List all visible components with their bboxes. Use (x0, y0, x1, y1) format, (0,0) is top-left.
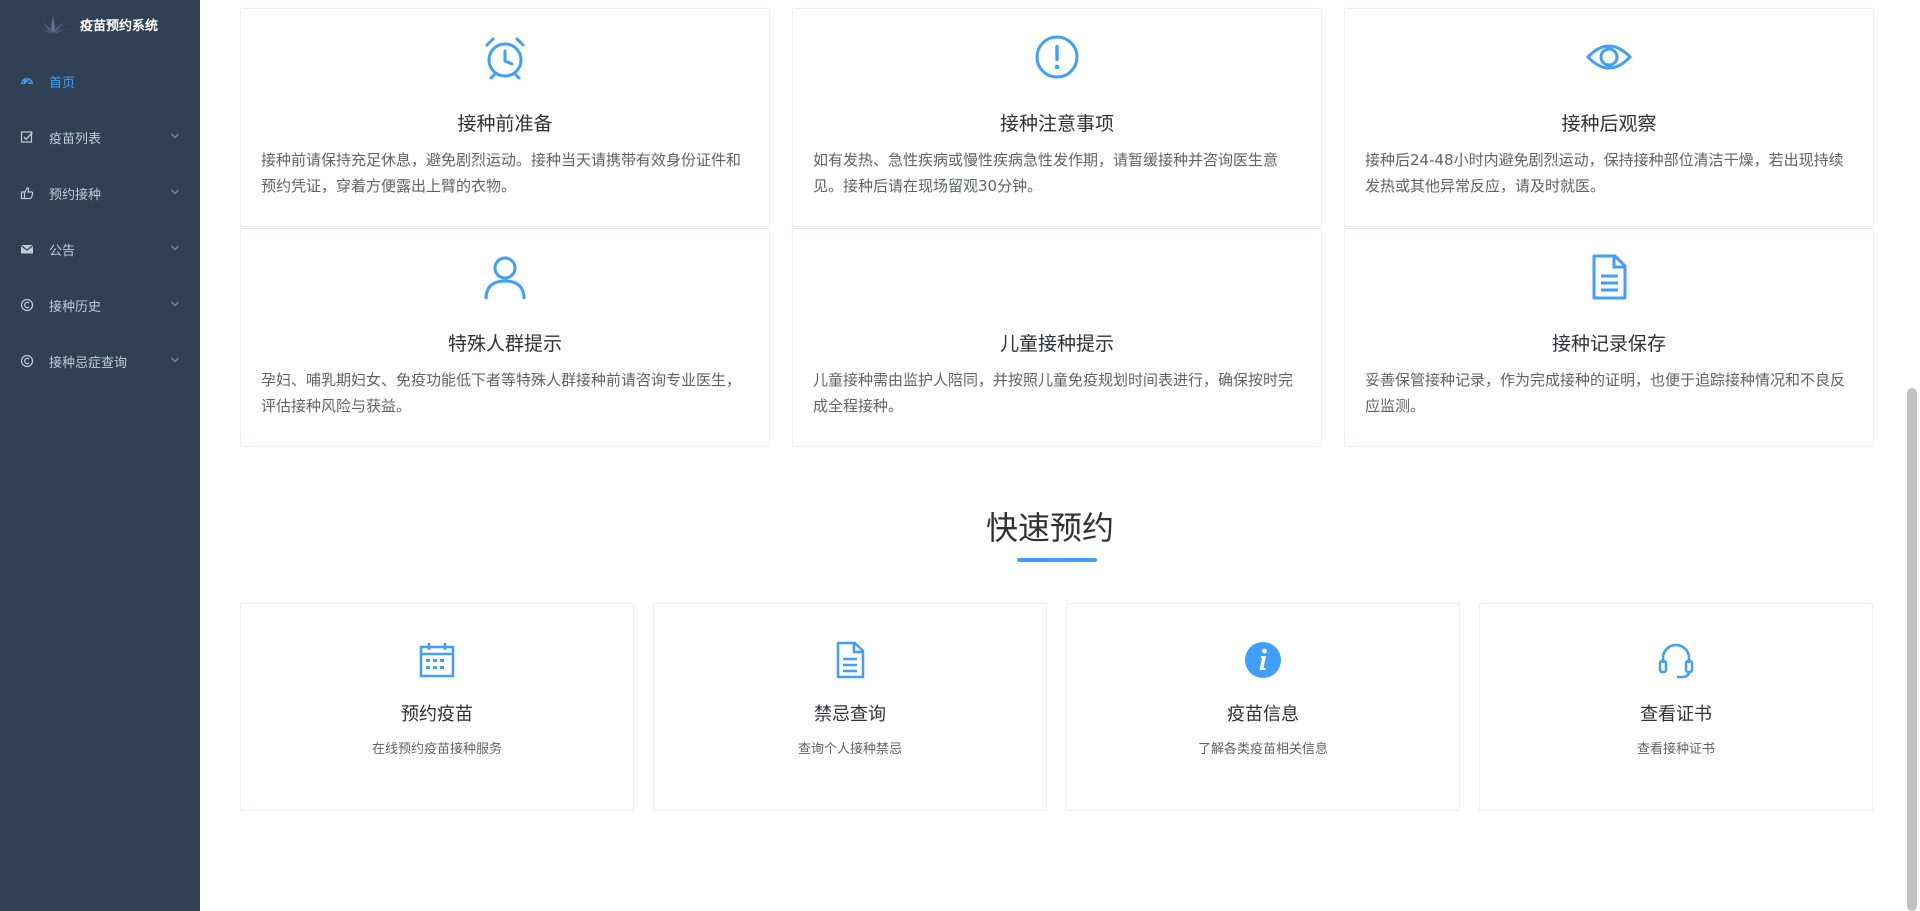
quick-card-book-vaccine[interactable]: 预约疫苗 在线预约疫苗接种服务 (240, 603, 634, 811)
info-card-observation: 接种后观察 接种后24-48小时内避免剧烈运动，保持接种部位清洁干燥，若出现持续… (1344, 8, 1874, 227)
info-circle-icon (1245, 642, 1281, 678)
info-card-text: 妥善保管接种记录，作为完成接种的证明，也便于追踪接种情况和不良反应监测。 (1365, 371, 1846, 415)
sidebar-item-home[interactable]: 首页 (0, 53, 200, 109)
info-card-special-groups: 特殊人群提示 孕妇、哺乳期妇女、免疫功能低下者等特殊人群接种前请咨询专业医生，评… (240, 228, 770, 447)
info-card-pre-vaccination: 接种前准备 接种前请保持充足休息，避免剧烈运动。接种当天请携带有效身份证件和预约… (240, 8, 770, 227)
chevron-down-icon (171, 301, 179, 307)
info-card-title: 特殊人群提示 (447, 333, 562, 355)
logo-icon (39, 16, 67, 34)
sidebar-item-label: 接种历史 (49, 299, 102, 315)
chevron-down-icon (171, 357, 179, 363)
headset-icon (1658, 643, 1694, 679)
info-card-text: 接种前请保持充足休息，避免剧烈运动。接种当天请携带有效身份证件和预约凭证，穿着方… (261, 151, 742, 195)
scrollbar-thumb[interactable] (1907, 388, 1917, 911)
envelope-icon (20, 245, 34, 254)
quick-card-title: 查看证书 (1640, 704, 1712, 725)
exclamation-circle-icon (1035, 35, 1079, 79)
quick-card-desc: 在线预约疫苗接种服务 (371, 742, 502, 757)
copyright-icon (20, 298, 34, 312)
checkbox-icon (20, 131, 34, 143)
sidebar-item-label: 疫苗列表 (49, 131, 102, 147)
section-title: 快速预约 (985, 509, 1114, 547)
sidebar-item-history[interactable]: 接种历史 (0, 277, 200, 333)
main-content: 接种前准备 接种前请保持充足休息，避免剧烈运动。接种当天请携带有效身份证件和预约… (200, 0, 1900, 911)
document-icon (836, 641, 865, 679)
quick-card-desc: 查询个人接种禁忌 (797, 742, 902, 757)
hand-icon (20, 187, 34, 200)
info-card-title: 接种记录保存 (1551, 333, 1666, 355)
quick-card-title: 禁忌查询 (814, 704, 886, 725)
info-card-precautions: 接种注意事项 如有发热、急性疾病或慢性疾病急性发作期，请暂缓接种并咨询医生意见。… (792, 8, 1322, 227)
quick-card-title: 疫苗信息 (1227, 704, 1299, 725)
quick-card-contraindication[interactable]: 禁忌查询 查询个人接种禁忌 (653, 603, 1047, 811)
sidebar-item-label: 接种忌症查询 (49, 355, 128, 371)
sidebar-item-label: 预约接种 (49, 187, 102, 203)
chevron-down-icon (171, 189, 179, 195)
sidebar-item-label: 公告 (49, 243, 76, 259)
info-card-title: 接种后观察 (1561, 113, 1657, 135)
info-card-children: 儿童接种提示 儿童接种需由监护人陪同，并按照儿童免疫规划时间表进行，确保按时完成… (792, 228, 1322, 447)
sidebar-item-contraindication[interactable]: 接种忌症查询 (0, 333, 200, 389)
dashboard-icon (21, 78, 33, 86)
sidebar-item-appointment[interactable]: 预约接种 (0, 165, 200, 221)
quick-card-title: 预约疫苗 (401, 704, 473, 725)
copyright-icon (20, 354, 34, 368)
info-card-text: 儿童接种需由监护人陪同，并按照儿童免疫规划时间表进行，确保按时完成全程接种。 (813, 371, 1294, 415)
scrollbar[interactable] (1904, 0, 1920, 911)
sidebar-item-vaccine-list[interactable]: 疫苗列表 (0, 109, 200, 165)
quick-card-vaccine-info[interactable]: 疫苗信息 了解各类疫苗相关信息 (1066, 603, 1460, 811)
chevron-down-icon (171, 245, 179, 251)
info-card-title: 儿童接种提示 (999, 333, 1114, 355)
info-card-title: 接种前准备 (457, 113, 553, 135)
info-card-records: 接种记录保存 妥善保管接种记录，作为完成接种的证明，也便于追踪接种情况和不良反应… (1344, 228, 1874, 447)
quick-card-certificate[interactable]: 查看证书 查看接种证书 (1479, 603, 1873, 811)
eye-icon (1585, 44, 1633, 70)
info-card-text: 接种后24-48小时内避免剧烈运动，保持接种部位清洁干燥，若出现持续发热或其他异… (1365, 151, 1844, 195)
sidebar-item-label: 首页 (49, 75, 76, 91)
quick-card-desc: 了解各类疫苗相关信息 (1197, 742, 1328, 757)
chevron-down-icon (171, 133, 179, 139)
app-title: 疫苗预约系统 (80, 18, 159, 34)
logo-row: 疫苗预约系统 (0, 0, 200, 50)
sidebar: 疫苗预约系统 首页 疫苗列表 预约接种 公告 接种历史 接种忌症查询 (0, 0, 200, 911)
section-title-underline (1017, 558, 1097, 562)
user-icon (484, 256, 526, 300)
info-card-text: 孕妇、哺乳期妇女、免疫功能低下者等特殊人群接种前请咨询专业医生，评估接种风险与获… (261, 371, 742, 415)
calendar-icon (419, 643, 455, 678)
info-card-text: 如有发热、急性疾病或慢性疾病急性发作期，请暂缓接种并咨询医生意见。接种后请在现场… (813, 151, 1279, 195)
alarm-clock-icon (485, 37, 525, 80)
sidebar-item-notice[interactable]: 公告 (0, 221, 200, 277)
quick-card-desc: 查看接种证书 (1636, 742, 1715, 757)
document-icon (1592, 254, 1627, 300)
info-card-title: 接种注意事项 (999, 113, 1114, 135)
